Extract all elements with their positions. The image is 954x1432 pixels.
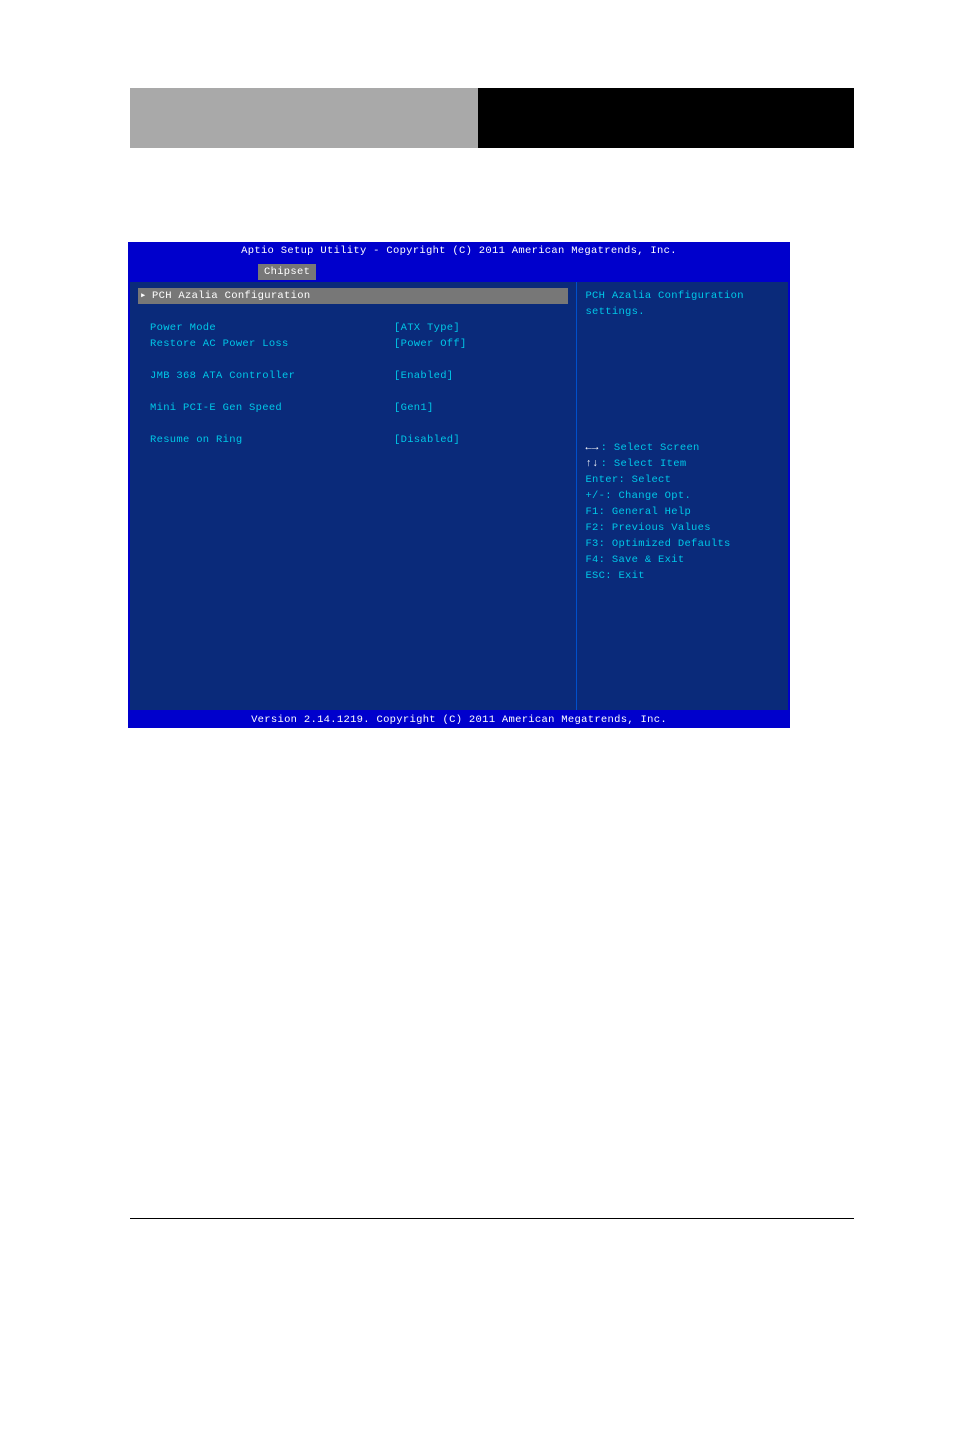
- option-jmb368-ata-controller[interactable]: JMB 368 ATA Controller [Enabled]: [138, 368, 568, 384]
- key-esc-exit: ESC: Exit: [585, 568, 780, 584]
- bios-screenshot: Aptio Setup Utility - Copyright (C) 2011…: [128, 242, 790, 732]
- submenu-label: PCH Azalia Configuration: [152, 288, 310, 304]
- bios-body: ▸ PCH Azalia Configuration Power Mode [A…: [128, 282, 790, 712]
- bios-left-panel: ▸ PCH Azalia Configuration Power Mode [A…: [130, 282, 577, 710]
- bios-title-bar: Aptio Setup Utility - Copyright (C) 2011…: [128, 242, 790, 262]
- option-resume-on-ring[interactable]: Resume on Ring [Disabled]: [138, 432, 568, 448]
- help-keys: : Select Screen : Select Item Enter: Sel…: [585, 440, 780, 584]
- option-power-mode[interactable]: Power Mode [ATX Type]: [138, 320, 568, 336]
- option-label: Restore AC Power Loss: [150, 336, 394, 352]
- key-select-screen: : Select Screen: [585, 440, 780, 456]
- option-value: [ATX Type]: [394, 320, 460, 336]
- submenu-pch-azalia[interactable]: ▸ PCH Azalia Configuration: [138, 288, 568, 304]
- key-change-opt: +/-: Change Opt.: [585, 488, 780, 504]
- header-left-block: [130, 88, 478, 148]
- option-label: Power Mode: [150, 320, 394, 336]
- key-general-help: F1: General Help: [585, 504, 780, 520]
- option-mini-pcie-gen-speed[interactable]: Mini PCI-E Gen Speed [Gen1]: [138, 400, 568, 416]
- option-value: [Gen1]: [394, 400, 434, 416]
- document-header-bar: [130, 88, 854, 148]
- bios-footer: Version 2.14.1219. Copyright (C) 2011 Am…: [128, 712, 790, 728]
- key-enter: Enter: Select: [585, 472, 780, 488]
- bios-tab-bar: Chipset: [128, 262, 790, 282]
- tab-chipset[interactable]: Chipset: [258, 264, 316, 280]
- page-footer-divider: [130, 1218, 854, 1219]
- option-label: Resume on Ring: [150, 432, 394, 448]
- option-label: Mini PCI-E Gen Speed: [150, 400, 394, 416]
- option-value: [Power Off]: [394, 336, 467, 352]
- bios-right-panel: PCH Azalia Configuration settings. : Sel…: [577, 282, 788, 710]
- option-label: JMB 368 ATA Controller: [150, 368, 394, 384]
- help-description: PCH Azalia Configuration settings.: [585, 288, 780, 320]
- key-optimized-defaults: F3: Optimized Defaults: [585, 536, 780, 552]
- key-select-item: : Select Item: [585, 456, 780, 472]
- header-right-block: [478, 88, 854, 148]
- option-value: [Disabled]: [394, 432, 460, 448]
- option-restore-ac-power-loss[interactable]: Restore AC Power Loss [Power Off]: [138, 336, 568, 352]
- key-save-exit: F4: Save & Exit: [585, 552, 780, 568]
- key-previous-values: F2: Previous Values: [585, 520, 780, 536]
- submenu-arrow-icon: ▸: [140, 288, 152, 304]
- option-value: [Enabled]: [394, 368, 453, 384]
